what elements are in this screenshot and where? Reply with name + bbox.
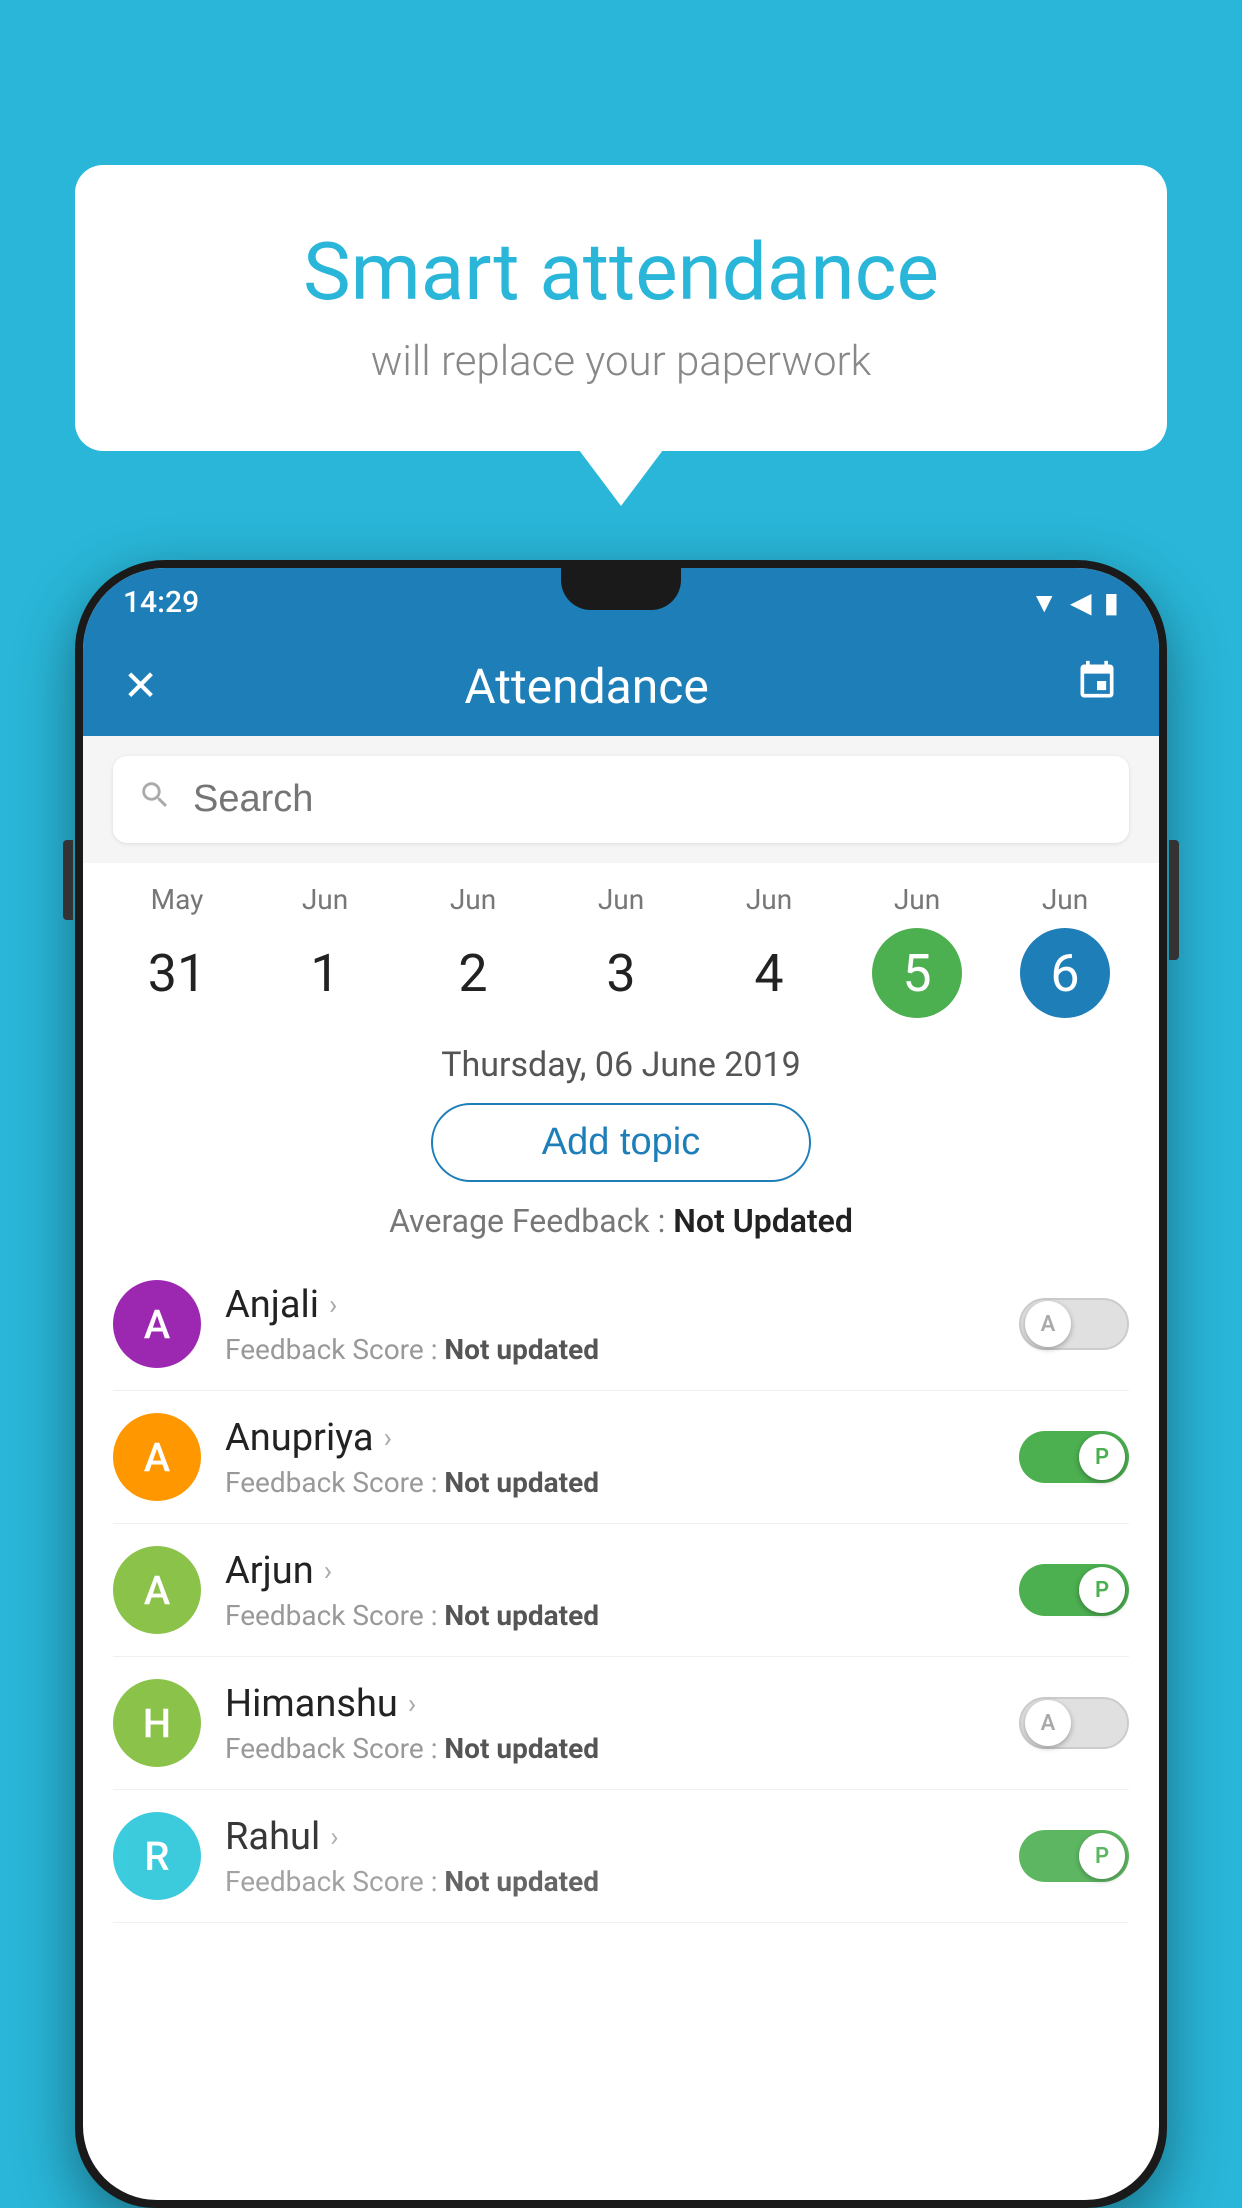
student-info: Anupriya › Feedback Score : Not updated	[225, 1416, 995, 1499]
student-feedback: Feedback Score : Not updated	[225, 1333, 995, 1366]
cal-num[interactable]: 1	[280, 928, 370, 1018]
attendance-toggle[interactable]: A	[1019, 1697, 1129, 1749]
student-avatar: A	[113, 1280, 201, 1368]
student-row[interactable]: A Anjali › Feedback Score : Not updated A	[113, 1258, 1129, 1391]
student-info: Anjali › Feedback Score : Not updated	[225, 1283, 995, 1366]
cal-num[interactable]: 6	[1020, 928, 1110, 1018]
avg-feedback-label: Average Feedback :	[389, 1202, 665, 1240]
calendar-icon[interactable]	[1075, 659, 1119, 714]
student-row[interactable]: A Arjun › Feedback Score : Not updated P	[113, 1524, 1129, 1657]
attendance-toggle[interactable]: P	[1019, 1564, 1129, 1616]
cal-num[interactable]: 5	[872, 928, 962, 1018]
average-feedback: Average Feedback : Not Updated	[113, 1202, 1129, 1240]
chevron-right-icon: ›	[330, 1820, 338, 1853]
signal-icon: ◀	[1070, 586, 1092, 619]
speech-bubble: Smart attendance will replace your paper…	[75, 165, 1167, 451]
student-name[interactable]: Arjun ›	[225, 1549, 995, 1593]
toggle-knob: A	[1025, 1700, 1071, 1746]
calendar-day[interactable]: Jun 3	[561, 883, 681, 1018]
calendar-day[interactable]: Jun 5	[857, 883, 977, 1018]
avg-feedback-value: Not Updated	[673, 1202, 853, 1240]
add-topic-button[interactable]: Add topic	[431, 1103, 811, 1182]
attendance-toggle[interactable]: P	[1019, 1830, 1129, 1882]
student-info: Arjun › Feedback Score : Not updated	[225, 1549, 995, 1632]
phone-frame: 14:29 ▼ ◀ ▮ ✕ Attendance	[75, 560, 1167, 2208]
phone-notch	[561, 568, 681, 610]
selected-date: Thursday, 06 June 2019	[113, 1023, 1129, 1103]
toggle-knob: P	[1079, 1833, 1125, 1879]
bubble-title: Smart attendance	[125, 225, 1117, 319]
cal-num[interactable]: 3	[576, 928, 666, 1018]
phone-screen: 14:29 ▼ ◀ ▮ ✕ Attendance	[83, 568, 1159, 2200]
bubble-subtitle: will replace your paperwork	[125, 337, 1117, 386]
toggle-knob: P	[1079, 1567, 1125, 1613]
app-bar: ✕ Attendance	[83, 636, 1159, 736]
chevron-right-icon: ›	[408, 1687, 416, 1720]
cal-month: Jun	[450, 883, 496, 916]
toggle-knob: A	[1025, 1301, 1071, 1347]
cal-num[interactable]: 2	[428, 928, 518, 1018]
search-field[interactable]	[183, 778, 1099, 821]
student-feedback: Feedback Score : Not updated	[225, 1599, 995, 1632]
cal-month: Jun	[746, 883, 792, 916]
student-avatar: H	[113, 1679, 201, 1767]
student-name[interactable]: Anupriya ›	[225, 1416, 995, 1460]
attendance-toggle[interactable]: A	[1019, 1298, 1129, 1350]
attendance-toggle[interactable]: P	[1019, 1431, 1129, 1483]
calendar-day[interactable]: May 31	[117, 883, 237, 1018]
student-name[interactable]: Himanshu ›	[225, 1682, 995, 1726]
student-avatar: R	[113, 1812, 201, 1900]
student-row[interactable]: A Anupriya › Feedback Score : Not updated P	[113, 1391, 1129, 1524]
student-row[interactable]: H Himanshu › Feedback Score : Not updated A	[113, 1657, 1129, 1790]
toggle-knob: P	[1079, 1434, 1125, 1480]
chevron-right-icon: ›	[384, 1421, 392, 1454]
cal-num[interactable]: 4	[724, 928, 814, 1018]
student-info: Himanshu › Feedback Score : Not updated	[225, 1682, 995, 1765]
students-list: AAnjali ›Feedback Score : Not updatedAAA…	[113, 1258, 1129, 1923]
calendar-day[interactable]: Jun 6	[1005, 883, 1125, 1018]
search-bar	[83, 736, 1159, 863]
main-content: Thursday, 06 June 2019 Add topic Average…	[83, 1023, 1159, 1923]
student-avatar: A	[113, 1546, 201, 1634]
wifi-icon: ▼	[1030, 586, 1058, 619]
student-row[interactable]: R Rahul › Feedback Score : Not updated P	[113, 1790, 1129, 1923]
student-name[interactable]: Anjali ›	[225, 1283, 995, 1327]
student-name[interactable]: Rahul ›	[225, 1815, 995, 1859]
close-icon[interactable]: ✕	[123, 661, 158, 711]
search-wrap	[113, 756, 1129, 843]
cal-month: Jun	[302, 883, 348, 916]
student-avatar: A	[113, 1413, 201, 1501]
cal-month: Jun	[1042, 883, 1088, 916]
cal-month: May	[151, 883, 204, 916]
student-feedback: Feedback Score : Not updated	[225, 1466, 995, 1499]
calendar-strip[interactable]: May 31 Jun 1 Jun 2 Jun 3 Jun 4 Jun 5 Jun 6	[83, 863, 1159, 1023]
cal-month: Jun	[894, 883, 940, 916]
calendar-day[interactable]: Jun 1	[265, 883, 385, 1018]
status-icons: ▼ ◀ ▮	[1030, 586, 1119, 619]
app-bar-title: Attendance	[188, 658, 985, 715]
chevron-right-icon: ›	[324, 1554, 332, 1587]
chevron-right-icon: ›	[329, 1288, 337, 1321]
cal-month: Jun	[598, 883, 644, 916]
calendar-day[interactable]: Jun 4	[709, 883, 829, 1018]
battery-icon: ▮	[1104, 586, 1119, 619]
student-feedback: Feedback Score : Not updated	[225, 1732, 995, 1765]
search-icon	[138, 778, 172, 822]
student-info: Rahul › Feedback Score : Not updated	[225, 1815, 995, 1898]
search-input-container[interactable]	[113, 756, 1129, 843]
cal-num[interactable]: 31	[132, 928, 222, 1018]
status-time: 14:29	[123, 585, 199, 620]
calendar-day[interactable]: Jun 2	[413, 883, 533, 1018]
student-feedback: Feedback Score : Not updated	[225, 1865, 995, 1898]
